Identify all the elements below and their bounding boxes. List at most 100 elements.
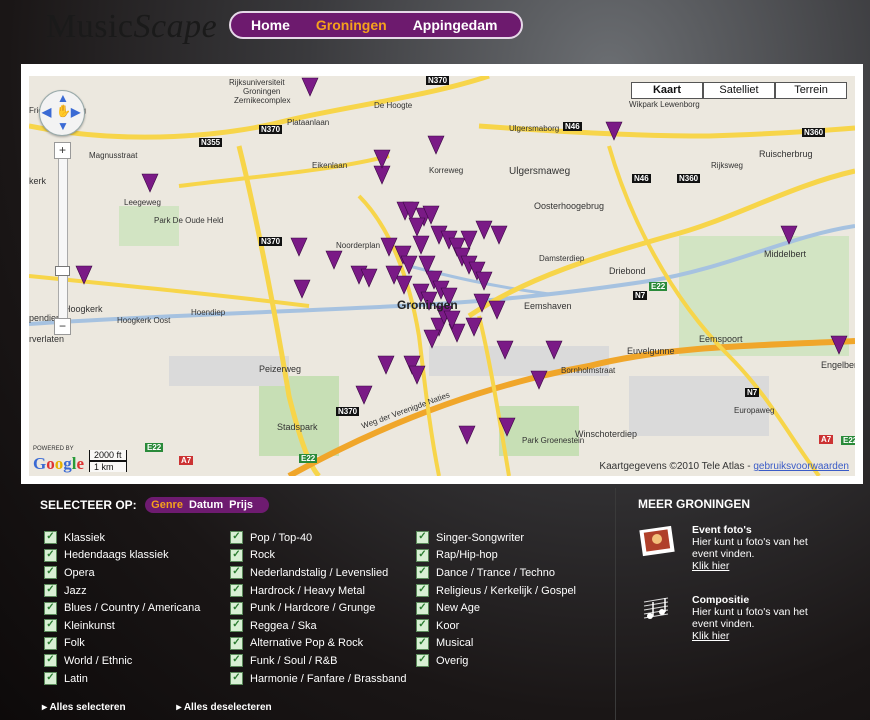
event-marker[interactable]: [458, 425, 476, 445]
genre-checkbox[interactable]: ✓ Rock: [230, 547, 407, 565]
composition-link[interactable]: Klik hier: [692, 630, 729, 642]
checkbox-checked-icon[interactable]: ✓: [44, 619, 57, 633]
map-type-satelliet[interactable]: Satelliet: [703, 82, 775, 99]
checkbox-checked-icon[interactable]: ✓: [44, 566, 57, 580]
checkbox-checked-icon[interactable]: ✓: [416, 619, 429, 633]
event-marker[interactable]: [490, 225, 508, 245]
genre-checkbox[interactable]: ✓ Nederlandstalig / Levenslied: [230, 564, 407, 582]
checkbox-checked-icon[interactable]: ✓: [230, 654, 243, 668]
map-label: Park De Oude Held: [154, 216, 224, 225]
google-logo[interactable]: Google: [33, 454, 84, 474]
genre-checkbox[interactable]: ✓ Rap/Hip-hop: [416, 547, 576, 565]
pan-right-icon[interactable]: ▶: [71, 105, 80, 119]
checkbox-checked-icon[interactable]: ✓: [44, 636, 57, 650]
terms-link[interactable]: gebruiksvoorwaarden: [753, 461, 849, 472]
genre-checkbox[interactable]: ✓ Alternative Pop & Rock: [230, 635, 407, 653]
nav-home[interactable]: Home: [251, 17, 290, 33]
event-marker[interactable]: [475, 220, 493, 240]
nav-groningen[interactable]: Groningen: [316, 17, 387, 33]
nav-appingedam[interactable]: Appingedam: [413, 17, 498, 33]
genre-checkbox[interactable]: ✓ Latin: [44, 670, 200, 688]
genre-checkbox[interactable]: ✓ Blues / Country / Americana: [44, 599, 200, 617]
zoom-slider-track[interactable]: [58, 154, 68, 326]
genre-checkbox[interactable]: ✓ World / Ethnic: [44, 652, 200, 670]
event-marker[interactable]: [412, 235, 430, 255]
genre-checkbox[interactable]: ✓ Koor: [416, 617, 576, 635]
genre-checkbox[interactable]: ✓ Funk / Soul / R&B: [230, 652, 407, 670]
checkbox-checked-icon[interactable]: ✓: [416, 566, 429, 580]
pan-left-icon[interactable]: ◀: [42, 105, 51, 119]
event-marker[interactable]: [355, 385, 373, 405]
deselect-all-link[interactable]: ▸ Alles deselecteren: [176, 702, 295, 713]
zoom-in-button[interactable]: +: [54, 142, 71, 159]
event-marker[interactable]: [423, 329, 441, 349]
checkbox-checked-icon[interactable]: ✓: [230, 619, 243, 633]
checkbox-checked-icon[interactable]: ✓: [230, 636, 243, 650]
checkbox-checked-icon[interactable]: ✓: [416, 548, 429, 562]
genre-checkbox[interactable]: ✓ Reggea / Ska: [230, 617, 407, 635]
zoom-out-button[interactable]: −: [54, 318, 71, 335]
genre-checkbox[interactable]: ✓ Klassiek: [44, 529, 200, 547]
event-marker[interactable]: [605, 121, 623, 141]
checkbox-checked-icon[interactable]: ✓: [44, 548, 57, 562]
event-marker[interactable]: [408, 217, 426, 237]
checkbox-checked-icon[interactable]: ✓: [416, 654, 429, 668]
genre-checkbox[interactable]: ✓ Musical: [416, 635, 576, 653]
genre-checkbox[interactable]: ✓ Singer-Songwriter: [416, 529, 576, 547]
checkbox-checked-icon[interactable]: ✓: [230, 584, 243, 598]
select-all-link[interactable]: ▸ Alles selecteren: [42, 702, 150, 713]
site-logo[interactable]: MusicScape: [46, 8, 217, 46]
checkbox-checked-icon[interactable]: ✓: [44, 672, 57, 686]
pan-up-icon[interactable]: ▲: [57, 91, 69, 105]
checkbox-checked-icon[interactable]: ✓: [230, 566, 243, 580]
event-marker[interactable]: [141, 173, 159, 193]
tab-datum[interactable]: Datum: [189, 499, 223, 511]
genre-checkbox[interactable]: ✓ Folk: [44, 635, 200, 653]
photo-icon[interactable]: [638, 524, 680, 558]
event-marker[interactable]: [293, 279, 311, 299]
map-type-kaart[interactable]: Kaart: [631, 82, 703, 99]
genre-checkbox[interactable]: ✓ Hedendaags klassiek: [44, 547, 200, 565]
event-marker[interactable]: [488, 300, 506, 320]
genre-checkbox[interactable]: ✓ Opera: [44, 564, 200, 582]
pan-down-icon[interactable]: ▼: [57, 119, 69, 133]
genre-checkbox[interactable]: ✓ Hardrock / Heavy Metal: [230, 582, 407, 600]
checkbox-checked-icon[interactable]: ✓: [230, 531, 243, 545]
genre-checkbox[interactable]: ✓ New Age: [416, 599, 576, 617]
genre-checkbox[interactable]: ✓ Punk / Hardcore / Grunge: [230, 599, 407, 617]
genre-checkbox[interactable]: ✓ Jazz: [44, 582, 200, 600]
tab-prijs[interactable]: Prijs: [229, 499, 253, 511]
checkbox-checked-icon[interactable]: ✓: [416, 601, 429, 615]
checkbox-checked-icon[interactable]: ✓: [416, 531, 429, 545]
genre-checkbox[interactable]: ✓ Kleinkunst: [44, 617, 200, 635]
checkbox-checked-icon[interactable]: ✓: [230, 672, 243, 686]
tab-genre[interactable]: Genre: [151, 499, 183, 511]
genre-checkbox[interactable]: ✓ Pop / Top-40: [230, 529, 407, 547]
hand-icon[interactable]: ✋: [56, 104, 71, 118]
checkbox-checked-icon[interactable]: ✓: [416, 636, 429, 650]
checkbox-checked-icon[interactable]: ✓: [44, 601, 57, 615]
checkbox-checked-icon[interactable]: ✓: [230, 601, 243, 615]
map-type-terrein[interactable]: Terrein: [775, 82, 847, 99]
event-marker[interactable]: [427, 135, 445, 155]
checkbox-checked-icon[interactable]: ✓: [44, 654, 57, 668]
zoom-slider-knob[interactable]: [55, 266, 70, 276]
genre-checkbox[interactable]: ✓ Dance / Trance / Techno: [416, 564, 576, 582]
genre-checkbox[interactable]: ✓ Overig: [416, 652, 576, 670]
checkbox-checked-icon[interactable]: ✓: [416, 584, 429, 598]
checkbox-checked-icon[interactable]: ✓: [230, 548, 243, 562]
genre-checkbox[interactable]: ✓ Religieus / Kerkelijk / Gospel: [416, 582, 576, 600]
event-map[interactable]: Rijksuniversiteit Groningen Zernikecompl…: [29, 76, 855, 476]
event-marker[interactable]: [377, 355, 395, 375]
music-notes-icon[interactable]: [638, 594, 680, 628]
checkbox-checked-icon[interactable]: ✓: [44, 584, 57, 598]
event-marker[interactable]: [360, 268, 378, 288]
event-marker[interactable]: [301, 77, 319, 97]
pan-control[interactable]: ▲ ◀ ▶ ▼ ✋: [39, 90, 85, 136]
event-marker[interactable]: [325, 250, 343, 270]
genre-checkbox[interactable]: ✓ Harmonie / Fanfare / Brassband: [230, 670, 407, 688]
event-photos-link[interactable]: Klik hier: [692, 560, 729, 572]
map-canvas[interactable]: [29, 76, 855, 476]
checkbox-checked-icon[interactable]: ✓: [44, 531, 57, 545]
event-marker[interactable]: [290, 237, 308, 257]
